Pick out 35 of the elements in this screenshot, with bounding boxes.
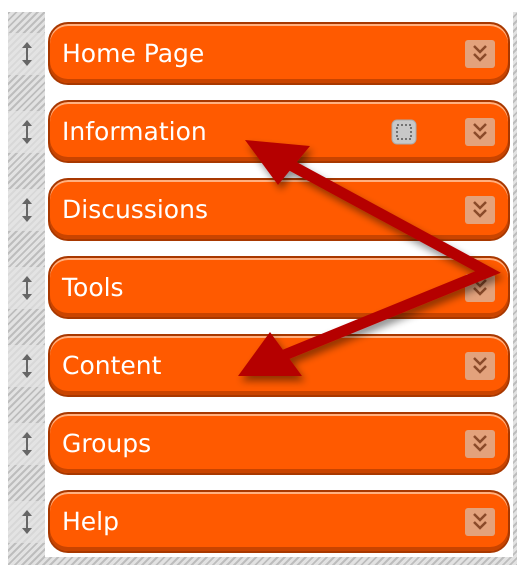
expand-button[interactable]	[465, 352, 495, 380]
double-chevron-icon	[471, 278, 489, 298]
menu-item-label: Content	[62, 350, 162, 382]
resize-handle-icon[interactable]	[20, 40, 32, 68]
resize-handle-icon[interactable]	[20, 352, 32, 380]
menu-item[interactable]: Content	[48, 334, 510, 397]
expand-button[interactable]	[465, 430, 495, 458]
double-chevron-icon	[471, 44, 489, 64]
menu-item-label: Home Page	[62, 38, 204, 70]
menu-item-label: Information	[62, 116, 207, 148]
dotted-square-icon[interactable]	[391, 118, 417, 144]
resize-handle-icon[interactable]	[20, 430, 32, 458]
expand-button[interactable]	[465, 118, 495, 146]
menu-item-label: Groups	[62, 428, 152, 460]
menu-item[interactable]: Groups	[48, 412, 510, 475]
resize-handle-icon[interactable]	[20, 118, 32, 146]
menu-item[interactable]: Discussions	[48, 178, 510, 241]
resize-handle-icon[interactable]	[20, 274, 32, 302]
menu-item[interactable]: Information	[48, 100, 510, 163]
expand-button[interactable]	[465, 40, 495, 68]
expand-button[interactable]	[465, 508, 495, 536]
menu-item-label: Tools	[62, 272, 124, 304]
expand-button[interactable]	[465, 196, 495, 224]
resize-handle-icon[interactable]	[20, 196, 32, 224]
double-chevron-icon	[471, 512, 489, 532]
double-chevron-icon	[471, 356, 489, 376]
menu-item-label: Help	[62, 506, 119, 538]
menu-item[interactable]: Home Page	[48, 22, 510, 85]
menu-item[interactable]: Tools	[48, 256, 510, 319]
double-chevron-icon	[471, 434, 489, 454]
double-chevron-icon	[471, 122, 489, 142]
double-chevron-icon	[471, 200, 489, 220]
resize-handle-icon[interactable]	[20, 508, 32, 536]
menu-item[interactable]: Help	[48, 490, 510, 553]
menu-item-label: Discussions	[62, 194, 208, 226]
